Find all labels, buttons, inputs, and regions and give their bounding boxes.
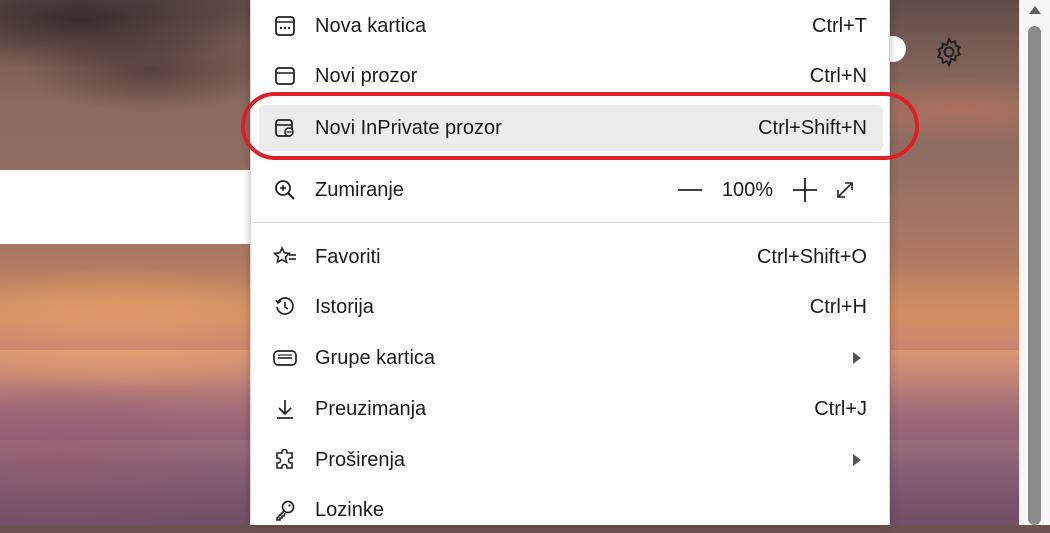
menu-item-label: Preuzimanja (315, 397, 427, 420)
menu-item-label: Favoriti (315, 245, 381, 268)
menu-item-history[interactable]: Istorija Ctrl+H (259, 284, 883, 330)
zoom-icon (273, 178, 297, 202)
menu-item-label: Grupe kartica (315, 346, 436, 369)
scrollbar-thumb[interactable] (1028, 26, 1041, 525)
menu-item-label: Novi prozor (315, 64, 418, 87)
menu-item-shortcut: Ctrl+N (809, 64, 867, 87)
plus-icon (793, 178, 817, 202)
submenu-arrow-icon (853, 454, 861, 466)
menu-item-label: Nova kartica (315, 14, 427, 37)
fullscreen-button[interactable] (825, 173, 865, 207)
download-icon (273, 397, 297, 421)
inprivate-icon (273, 116, 297, 140)
menu-item-shortcut: Ctrl+Shift+O (756, 245, 867, 268)
menu-item-label: Zumiranje (315, 178, 404, 201)
expand-icon (837, 182, 853, 198)
zoom-controls: 100% (670, 173, 865, 207)
zoom-out-button[interactable] (670, 173, 710, 207)
history-icon (273, 295, 297, 319)
menu-item-extensions[interactable]: Proširenja (259, 437, 883, 483)
menu-item-passwords[interactable]: Lozinke (259, 487, 883, 533)
key-icon (273, 498, 297, 522)
menu-item-shortcut: Ctrl+T (812, 14, 867, 37)
settings-button[interactable] (930, 33, 968, 71)
menu-item-tab-groups[interactable]: Grupe kartica (259, 335, 883, 381)
gear-icon (936, 36, 962, 68)
menu-item-new-inprivate-window[interactable]: Novi InPrivate prozor Ctrl+Shift+N (259, 105, 883, 151)
scroll-up-arrow-icon[interactable] (1029, 6, 1041, 14)
menu-item-label: Lozinke (315, 498, 384, 521)
tab-groups-icon (273, 346, 297, 370)
menu-item-label: Proširenja (315, 448, 406, 471)
minus-icon (677, 189, 702, 191)
menu-item-favorites[interactable]: Favoriti Ctrl+Shift+O (259, 234, 883, 280)
menu-item-shortcut: Ctrl+J (814, 397, 867, 420)
menu-item-new-window[interactable]: Novi prozor Ctrl+N (259, 53, 883, 99)
menu-item-shortcut: Ctrl+H (809, 295, 867, 318)
menu-item-label: Novi InPrivate prozor (315, 116, 502, 139)
zoom-level: 100% (721, 178, 773, 201)
vertical-scrollbar[interactable] (1019, 0, 1050, 525)
extensions-icon (273, 448, 297, 472)
menu-divider (251, 222, 889, 223)
menu-item-zoom: Zumiranje 100% (259, 167, 883, 213)
new-window-icon (273, 64, 297, 88)
new-tab-icon (273, 14, 297, 38)
zoom-in-button[interactable] (785, 173, 825, 207)
submenu-arrow-icon (853, 352, 861, 364)
menu-item-downloads[interactable]: Preuzimanja Ctrl+J (259, 386, 883, 432)
search-box[interactable] (0, 170, 260, 244)
browser-settings-menu: Nova kartica Ctrl+T Novi prozor Ctrl+N N… (250, 0, 890, 525)
favorites-icon (273, 245, 297, 269)
menu-item-shortcut: Ctrl+Shift+N (758, 116, 867, 139)
menu-item-label: Istorija (315, 295, 374, 318)
menu-item-new-tab[interactable]: Nova kartica Ctrl+T (259, 3, 883, 49)
